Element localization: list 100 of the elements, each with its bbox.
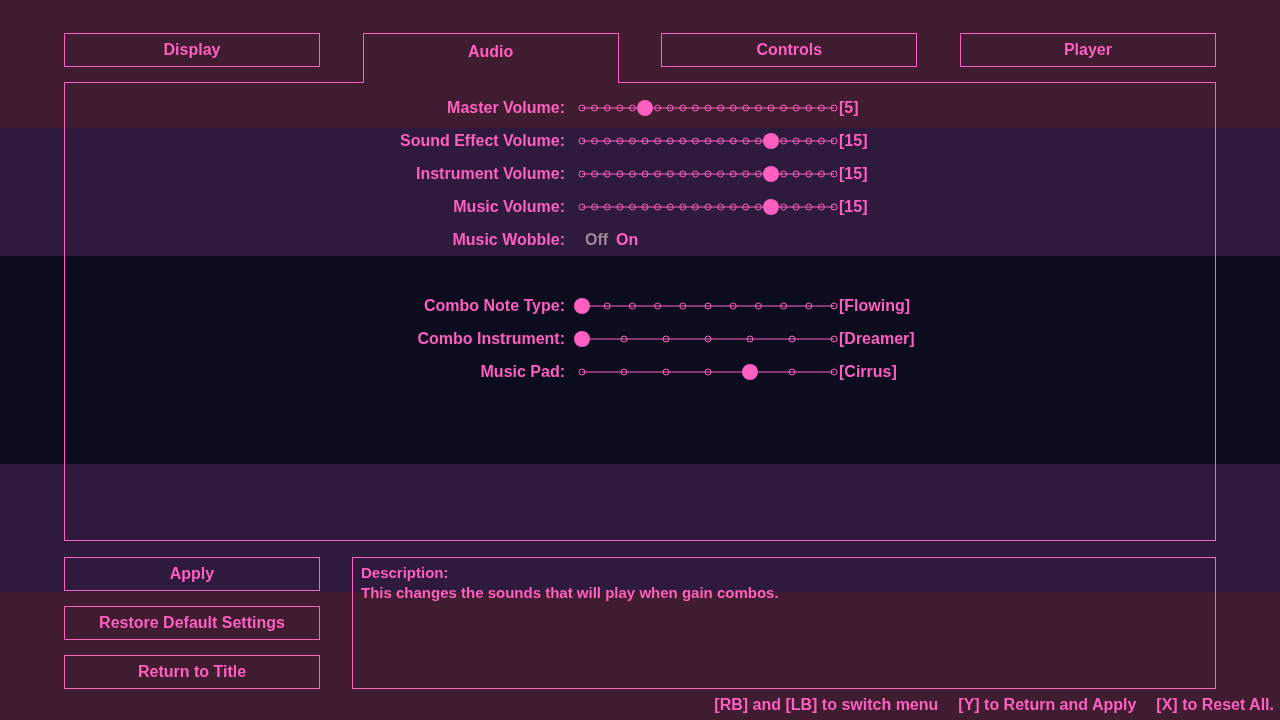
- slider-notch[interactable]: [792, 137, 800, 144]
- slider-notch[interactable]: [780, 137, 788, 144]
- slider-notch[interactable]: [628, 203, 636, 210]
- slider-notch[interactable]: [746, 335, 754, 342]
- slider-notch[interactable]: [830, 203, 838, 210]
- slider-notch[interactable]: [603, 170, 611, 177]
- slider-notch[interactable]: [780, 170, 788, 177]
- slider-notch[interactable]: [654, 104, 662, 111]
- slider-notch[interactable]: [620, 368, 628, 375]
- slider-notch[interactable]: [591, 203, 599, 210]
- slider-notch[interactable]: [616, 104, 624, 111]
- slider-notch[interactable]: [830, 335, 838, 342]
- slider-notch[interactable]: [691, 170, 699, 177]
- toggle-option[interactable]: Off: [585, 227, 609, 252]
- slider-notch[interactable]: [679, 104, 687, 111]
- slider-notch[interactable]: [780, 203, 788, 210]
- slider-notch[interactable]: [691, 137, 699, 144]
- menu-button[interactable]: Return to Title: [64, 655, 320, 689]
- tab[interactable]: Controls: [661, 33, 918, 67]
- slider-notch[interactable]: [729, 170, 737, 177]
- slider-notch[interactable]: [616, 137, 624, 144]
- slider-notch[interactable]: [704, 302, 712, 309]
- slider-notch[interactable]: [742, 104, 750, 111]
- slider-notch[interactable]: [704, 368, 712, 375]
- slider-notch[interactable]: [754, 203, 762, 210]
- slider-notch[interactable]: [729, 104, 737, 111]
- slider-notch[interactable]: [788, 368, 796, 375]
- slider-notch[interactable]: [729, 302, 737, 309]
- slider-notch[interactable]: [704, 335, 712, 342]
- slider-notch[interactable]: [654, 302, 662, 309]
- slider-notch[interactable]: [691, 104, 699, 111]
- slider-notch[interactable]: [817, 137, 825, 144]
- slider-notch[interactable]: [603, 302, 611, 309]
- slider-notch[interactable]: [620, 335, 628, 342]
- slider-notch[interactable]: [717, 137, 725, 144]
- slider-notch[interactable]: [628, 104, 636, 111]
- slider-notch[interactable]: [679, 302, 687, 309]
- slider-notch[interactable]: [654, 137, 662, 144]
- slider-notch[interactable]: [591, 137, 599, 144]
- slider-notch[interactable]: [679, 203, 687, 210]
- slider-notch[interactable]: [717, 170, 725, 177]
- slider-notch[interactable]: [830, 302, 838, 309]
- slider-notch[interactable]: [616, 170, 624, 177]
- slider-notch[interactable]: [591, 170, 599, 177]
- slider-notch[interactable]: [805, 170, 813, 177]
- slider-notch[interactable]: [754, 137, 762, 144]
- slider-thumb[interactable]: [637, 99, 653, 116]
- slider-notch[interactable]: [817, 203, 825, 210]
- slider-notch[interactable]: [578, 170, 586, 177]
- slider-notch[interactable]: [704, 203, 712, 210]
- slider-notch[interactable]: [780, 104, 788, 111]
- slider-notch[interactable]: [742, 170, 750, 177]
- slider-notch[interactable]: [830, 368, 838, 375]
- slider-notch[interactable]: [704, 170, 712, 177]
- slider-notch[interactable]: [666, 170, 674, 177]
- slider-notch[interactable]: [578, 368, 586, 375]
- slider-notch[interactable]: [792, 203, 800, 210]
- slider-notch[interactable]: [717, 104, 725, 111]
- slider-notch[interactable]: [830, 137, 838, 144]
- slider-thumb[interactable]: [742, 363, 758, 380]
- slider-notch[interactable]: [679, 170, 687, 177]
- slider-thumb[interactable]: [763, 165, 779, 182]
- slider-notch[interactable]: [704, 137, 712, 144]
- slider-notch[interactable]: [792, 170, 800, 177]
- slider-notch[interactable]: [591, 104, 599, 111]
- slider-notch[interactable]: [662, 368, 670, 375]
- slider-notch[interactable]: [754, 170, 762, 177]
- slider-notch[interactable]: [817, 170, 825, 177]
- slider-notch[interactable]: [616, 203, 624, 210]
- slider-notch[interactable]: [742, 137, 750, 144]
- slider-notch[interactable]: [805, 203, 813, 210]
- slider-notch[interactable]: [805, 137, 813, 144]
- slider-notch[interactable]: [662, 335, 670, 342]
- menu-button[interactable]: Apply: [64, 557, 320, 591]
- slider-notch[interactable]: [641, 137, 649, 144]
- slider-notch[interactable]: [767, 104, 775, 111]
- slider-notch[interactable]: [817, 104, 825, 111]
- slider-notch[interactable]: [603, 137, 611, 144]
- slider-notch[interactable]: [628, 137, 636, 144]
- slider-notch[interactable]: [754, 104, 762, 111]
- slider-notch[interactable]: [666, 203, 674, 210]
- slider-notch[interactable]: [754, 302, 762, 309]
- slider-notch[interactable]: [742, 203, 750, 210]
- slider-thumb[interactable]: [763, 198, 779, 215]
- slider-notch[interactable]: [830, 170, 838, 177]
- slider-thumb[interactable]: [763, 132, 779, 149]
- slider-notch[interactable]: [830, 104, 838, 111]
- slider-notch[interactable]: [788, 335, 796, 342]
- slider-notch[interactable]: [729, 137, 737, 144]
- tab[interactable]: Display: [64, 33, 320, 67]
- slider-notch[interactable]: [578, 203, 586, 210]
- slider-notch[interactable]: [641, 203, 649, 210]
- slider-thumb[interactable]: [574, 330, 590, 347]
- slider-notch[interactable]: [729, 203, 737, 210]
- slider-notch[interactable]: [578, 104, 586, 111]
- slider-notch[interactable]: [603, 104, 611, 111]
- menu-button[interactable]: Restore Default Settings: [64, 606, 320, 640]
- slider-notch[interactable]: [704, 104, 712, 111]
- tab[interactable]: Player: [959, 33, 1216, 67]
- slider-notch[interactable]: [691, 203, 699, 210]
